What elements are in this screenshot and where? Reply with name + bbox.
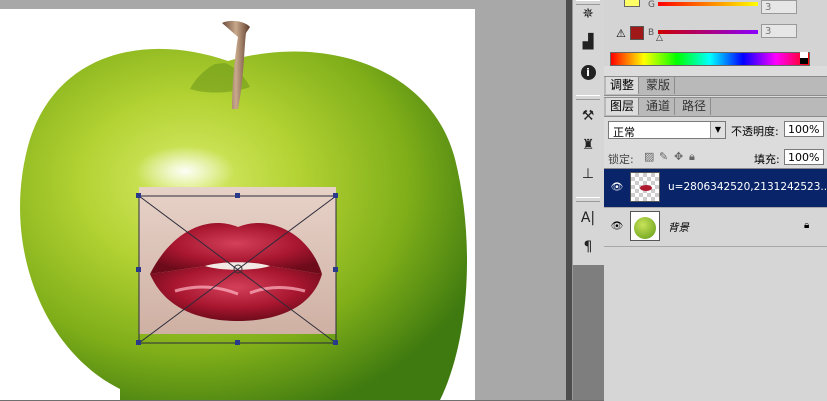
warning-triangle-icon[interactable]: ⚠ — [616, 27, 626, 40]
layer-name[interactable]: u=2806342520,2131242523... — [668, 181, 827, 193]
lock-label: 锁定: — [608, 153, 634, 166]
lock-all-icon[interactable]: 🔒︎ — [689, 150, 695, 164]
tab-adjustments[interactable]: 调整 — [606, 77, 640, 94]
b-channel-label: B — [648, 28, 655, 38]
document-canvas[interactable] — [0, 9, 475, 400]
brush-preset-icon[interactable]: ⚒ — [578, 106, 598, 126]
lock-icon: 🔒︎ — [804, 220, 810, 231]
eye-icon[interactable]: 👁︎ — [610, 220, 624, 234]
layer-thumbnail — [630, 172, 660, 202]
opacity-label: 不透明度: — [731, 125, 779, 138]
clone-source-icon[interactable]: ♜ — [578, 135, 598, 155]
right-panels: G 3 ⚠ B △ 3 调整 蒙版 图层 通道 路径 正常 ▼ 不透明度: 10… — [604, 0, 827, 401]
g-value-field[interactable]: 3 — [761, 0, 797, 14]
histogram-icon[interactable]: ▟ — [578, 32, 598, 52]
layer-thumbnail — [630, 211, 660, 241]
blend-mode-select[interactable]: 正常 ▼ — [608, 121, 726, 139]
layer-row[interactable]: 👁︎ 背景 🔒︎ — [604, 208, 827, 247]
fill-field[interactable]: 100% — [784, 149, 824, 165]
layers-tabbar: 图层 通道 路径 — [604, 97, 827, 117]
foreground-swatch[interactable] — [624, 0, 640, 7]
gamut-swatch[interactable] — [630, 26, 644, 40]
paragraph-icon[interactable]: ¶ — [578, 237, 598, 257]
opacity-field[interactable]: 100% — [784, 121, 824, 137]
lock-move-icon[interactable]: ✥ — [674, 150, 683, 163]
info-icon[interactable]: i — [578, 62, 598, 82]
g-slider-track[interactable] — [658, 2, 758, 6]
eye-icon[interactable]: 👁︎ — [610, 181, 624, 195]
b-value-field[interactable]: 3 — [761, 24, 797, 38]
tab-layers[interactable]: 图层 — [606, 98, 640, 115]
b-slider-track[interactable] — [658, 30, 758, 34]
color-panel: G 3 ⚠ B △ 3 — [604, 0, 827, 66]
layer-name[interactable]: 背景 — [668, 220, 689, 235]
ramp-black[interactable] — [800, 58, 808, 64]
adjustments-tabbar: 调整 蒙版 — [604, 76, 827, 96]
blend-mode-value: 正常 — [613, 126, 635, 139]
tab-channels[interactable]: 通道 — [642, 98, 676, 115]
fill-label: 填充: — [754, 153, 780, 166]
tab-masks[interactable]: 蒙版 — [642, 77, 676, 94]
layer-row[interactable]: 👁︎ u=2806342520,2131242523... — [604, 169, 827, 208]
tool-preset-icon[interactable]: ⊥ — [578, 164, 598, 184]
canvas-area[interactable] — [0, 0, 566, 400]
character-icon[interactable]: A| — [578, 208, 598, 228]
b-slider-thumb[interactable]: △ — [656, 33, 663, 43]
chevron-down-icon[interactable]: ▼ — [710, 122, 725, 138]
dock-empty-area — [573, 265, 604, 400]
lock-paint-icon[interactable]: ✎ — [659, 150, 668, 163]
apple-image — [20, 20, 467, 400]
lock-transparency-icon[interactable]: ▨ — [644, 150, 654, 163]
layers-list: 👁︎ u=2806342520,2131242523... 👁︎ 背景 🔒︎ — [604, 168, 827, 401]
panel-dock: ✵ ▟ i ⚒ ♜ ⊥ A| ¶ — [572, 0, 605, 400]
dock-grip[interactable] — [576, 95, 600, 100]
g-channel-label: G — [648, 0, 655, 10]
navigator-icon[interactable]: ✵ — [578, 4, 598, 24]
tab-paths[interactable]: 路径 — [678, 98, 712, 115]
dock-grip[interactable] — [576, 197, 600, 202]
color-ramp[interactable] — [610, 52, 810, 66]
